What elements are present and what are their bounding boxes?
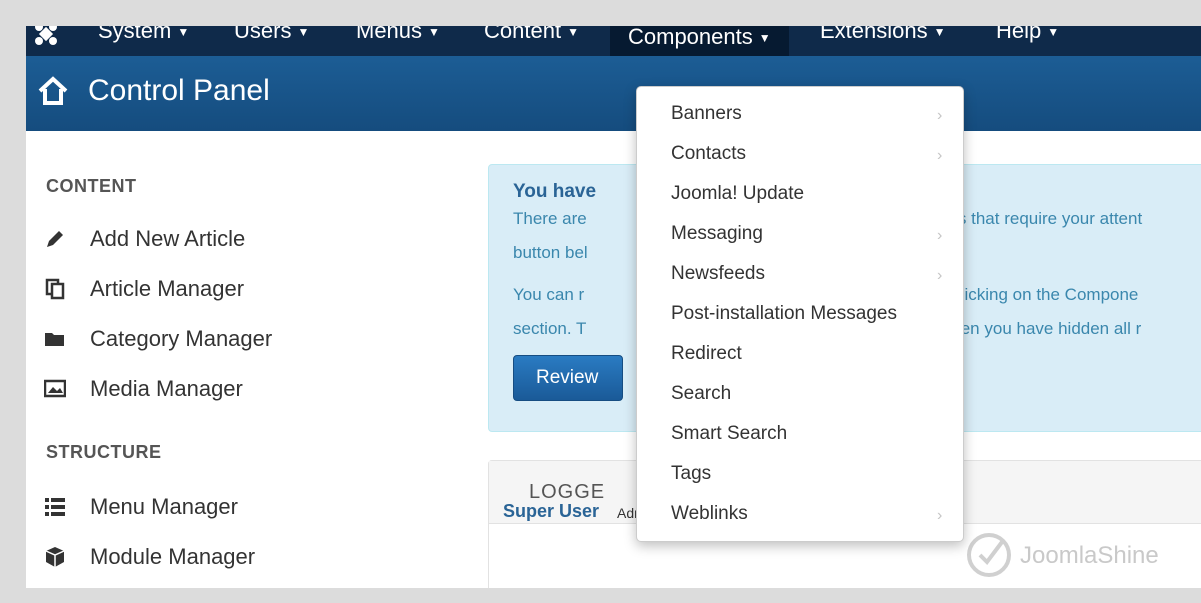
chevron-right-icon: › xyxy=(937,267,943,284)
nav-users-label: Users xyxy=(234,26,292,43)
chevron-down-icon: ▼ xyxy=(1047,26,1060,40)
menu-item-label: Smart Search xyxy=(671,423,788,444)
chevron-right-icon: › xyxy=(937,147,943,164)
menu-item-label: Banners xyxy=(671,103,742,124)
sidebar-section-structure: STRUCTURE xyxy=(46,442,162,462)
menu-item-label: Post-installation Messages xyxy=(671,303,897,324)
nav-help-label: Help xyxy=(996,26,1042,43)
chevron-right-icon: › xyxy=(937,507,943,524)
nav-components-label: Components xyxy=(628,26,753,49)
chevron-down-icon: ▼ xyxy=(177,26,190,40)
nav-system[interactable]: System ▼ xyxy=(98,26,189,44)
nav-menus[interactable]: Menus ▼ xyxy=(356,26,440,44)
menu-item-messaging[interactable]: Messaging › xyxy=(637,217,963,257)
nav-content[interactable]: Content ▼ xyxy=(484,26,579,44)
sidebar-item-label: Menu Manager xyxy=(90,494,238,519)
chevron-right-icon: › xyxy=(937,107,943,124)
menu-item-label: Contacts xyxy=(671,143,746,164)
alert-text: There are xyxy=(513,209,587,228)
menu-item-label: Redirect xyxy=(671,343,742,364)
alert-text: when you have hidden all r xyxy=(939,319,1142,338)
menu-item-tags[interactable]: Tags xyxy=(637,457,963,497)
nav-help[interactable]: Help ▼ xyxy=(996,26,1059,44)
chevron-down-icon: ▼ xyxy=(758,31,771,46)
chevron-down-icon: ▼ xyxy=(428,26,440,40)
alert-text: You can r xyxy=(513,285,585,304)
nav-extensions[interactable]: Extensions ▼ xyxy=(820,26,946,44)
home-icon xyxy=(36,74,70,108)
sidebar-item-label: Add New Article xyxy=(90,226,246,251)
nav-extensions-label: Extensions xyxy=(820,26,928,43)
alert-text: ges that require your attent xyxy=(939,209,1143,228)
nav-users[interactable]: Users ▼ xyxy=(234,26,309,44)
user-link[interactable]: Super User xyxy=(503,501,599,522)
menu-item-banners[interactable]: Banners › xyxy=(637,97,963,137)
copy-icon xyxy=(44,278,66,300)
joomlashine-watermark: JoomlaShine xyxy=(962,526,1201,586)
page-title: Control Panel xyxy=(88,74,270,107)
sidebar-item-label: Article Manager xyxy=(90,276,245,301)
page-header: Control Panel xyxy=(26,56,1201,131)
watermark-logo-icon xyxy=(962,526,1016,585)
sidebar-item-label: Category Manager xyxy=(90,326,273,351)
alert-text: y clicking on the Compone xyxy=(939,285,1139,304)
menu-item-label: Newsfeeds xyxy=(671,263,765,284)
menu-item-label: Weblinks xyxy=(671,503,748,524)
menu-item-smart-search[interactable]: Smart Search xyxy=(637,417,963,457)
pencil-icon xyxy=(44,228,66,250)
cube-icon xyxy=(44,546,66,568)
chevron-down-icon: ▼ xyxy=(933,26,946,40)
nav-menus-label: Menus xyxy=(356,26,423,43)
menu-item-post-installation-messages[interactable]: Post-installation Messages xyxy=(637,297,963,337)
menu-item-newsfeeds[interactable]: Newsfeeds › xyxy=(637,257,963,297)
watermark-text: JoomlaShine xyxy=(1020,542,1159,569)
top-navbar: System ▼ Users ▼ Menus ▼ Content ▼ Component… xyxy=(26,26,1201,56)
menu-item-redirect[interactable]: Redirect xyxy=(637,337,963,377)
menu-item-label: Tags xyxy=(671,463,712,484)
nav-system-label: System xyxy=(98,26,172,43)
alert-text: button bel xyxy=(513,243,588,262)
alert-title: You have xyxy=(513,181,597,202)
nav-content-label: Content xyxy=(484,26,562,43)
menu-item-label: Messaging xyxy=(671,223,763,244)
sidebar-item-label: Module Manager xyxy=(90,544,256,569)
menu-item-label: Search xyxy=(671,383,732,404)
image-icon xyxy=(43,378,67,400)
review-messages-button[interactable]: Review xyxy=(513,355,623,401)
folder-icon xyxy=(44,328,66,350)
list-icon xyxy=(44,496,66,518)
menu-item-joomla-update[interactable]: Joomla! Update xyxy=(637,177,963,217)
sidebar-section-content: CONTENT xyxy=(46,176,137,196)
chevron-down-icon: ▼ xyxy=(297,26,310,40)
alert-text: section. T xyxy=(513,319,587,338)
menu-item-contacts[interactable]: Contacts › xyxy=(637,137,963,177)
nav-components[interactable]: Components ▼ xyxy=(610,26,789,56)
sidebar-item-label: Media Manager xyxy=(90,376,243,401)
menu-item-search[interactable]: Search xyxy=(637,377,963,417)
chevron-right-icon: › xyxy=(937,227,943,244)
menu-item-weblinks[interactable]: Weblinks › xyxy=(637,497,963,537)
admin-window: System ▼ Users ▼ Menus ▼ Content ▼ Component… xyxy=(26,26,1201,588)
components-dropdown-menu: Banners › Contacts › Joomla! Update Messag… xyxy=(636,86,964,542)
menu-item-label: Joomla! Update xyxy=(671,183,805,204)
chevron-down-icon: ▼ xyxy=(567,26,579,40)
joomla-logo-icon[interactable] xyxy=(34,26,58,46)
